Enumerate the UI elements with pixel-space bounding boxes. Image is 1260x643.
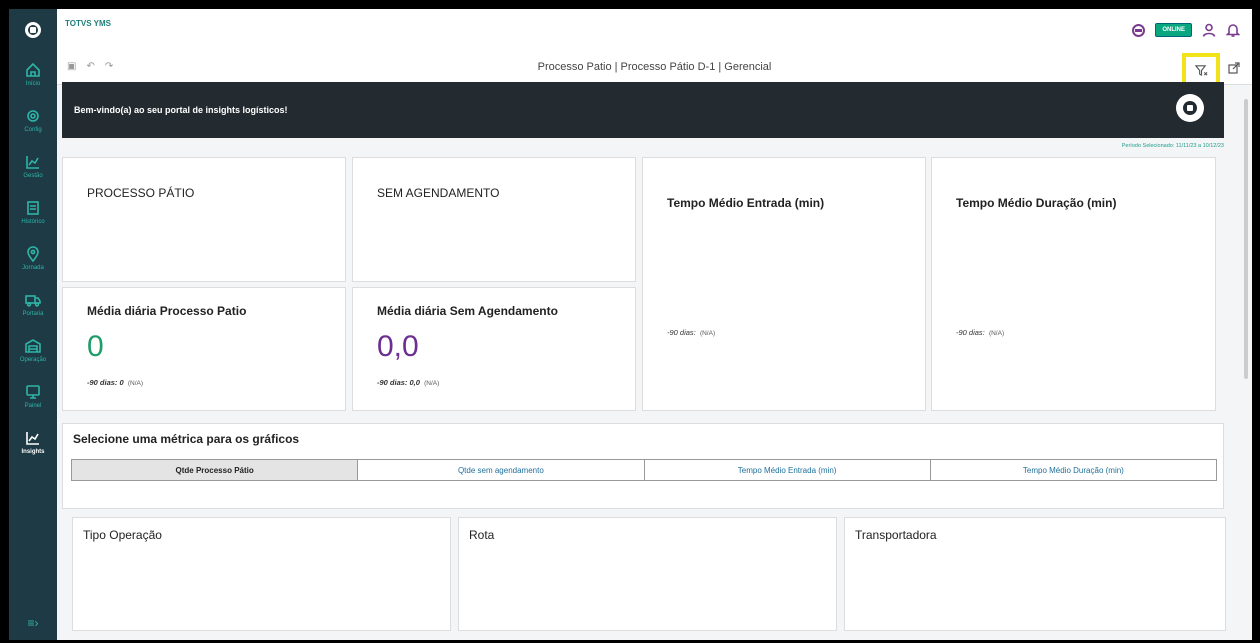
warehouse-icon [25, 338, 41, 353]
chart-icon [26, 155, 39, 169]
history-icon [27, 200, 39, 215]
sidebar-item-portaria[interactable]: Portaria [9, 281, 57, 327]
card-title: Média diária Sem Agendamento [377, 304, 558, 318]
card-processo-patio[interactable]: PROCESSO PÁTIO [62, 157, 346, 282]
panel-title: Rota [469, 528, 495, 542]
card-title: SEM AGENDAMENTO [377, 186, 500, 200]
panel-transportadora[interactable]: Transportadora [844, 517, 1226, 631]
monitor-icon [26, 384, 40, 399]
sidebar-item-label: Histórico [21, 218, 45, 225]
sidebar-item-label: Insights [21, 448, 45, 455]
metric-selector-title: Selecione uma métrica para os gráficos [73, 432, 300, 446]
card-note: -90 dias: 0 (N/A) [87, 378, 143, 387]
chart-panels: Tipo Operação Rota Transportadora [72, 517, 1226, 631]
sidebar-item-config[interactable]: Config [9, 97, 57, 143]
sidebar-item-label: Início [25, 80, 41, 87]
sidebar-item-label: Gestão [23, 172, 43, 179]
card-title: Tempo Médio Entrada (min) [667, 196, 825, 210]
sidebar-item-label: Painel [24, 402, 42, 409]
sidebar-item-painel[interactable]: Painel [9, 373, 57, 419]
card-media-processo-patio[interactable]: Média diária Processo Patio 0 -90 dias: … [62, 287, 346, 411]
card-tempo-medio-duracao[interactable]: Tempo Médio Duração (min) -90 dias: (N/A… [931, 157, 1216, 411]
card-title: Tempo Médio Duração (min) [956, 196, 1117, 210]
sidebar-item-gestao[interactable]: Gestão [9, 143, 57, 189]
panel-rota[interactable]: Rota [458, 517, 837, 631]
tab-tempo-medio-entrada[interactable]: Tempo Médio Entrada (min) [643, 460, 930, 480]
card-note: -90 dias: 0,0 (N/A) [377, 378, 439, 387]
tab-qtde-sem-agendamento[interactable]: Qtde sem agendamento [357, 460, 643, 480]
panel-tipo-operacao[interactable]: Tipo Operação [72, 517, 451, 631]
home-icon [26, 62, 40, 77]
note-na: (N/A) [127, 380, 144, 387]
note-na: (N/A) [424, 380, 440, 387]
tab-qtde-processo-patio[interactable]: Qtde Processo Pátio [72, 460, 358, 480]
top-bar: TOTVS YMS ONLINE [57, 9, 1252, 49]
report-toolbar: ▣ ↶ ↷ Processo Patio | Processo Pátio D-… [57, 49, 1252, 87]
dashboard-content: Bem-vindo(a) ao seu portal de insights l… [62, 82, 1224, 509]
sidebar-item-operacao[interactable]: Operação [9, 327, 57, 373]
panel-title: Transportadora [855, 528, 937, 542]
bell-icon[interactable] [1226, 23, 1240, 37]
top-right-actions: ONLINE [1132, 23, 1240, 37]
sidebar-item-label: Operação [19, 356, 47, 363]
metric-selector: Selecione uma métrica para os gráficos Q… [62, 423, 1224, 509]
share-icon[interactable] [1228, 62, 1240, 74]
note-na: (N/A) [699, 330, 716, 337]
scrollbar[interactable] [1244, 99, 1248, 379]
note-na: (N/A) [988, 330, 1005, 337]
note-text: -90 dias: 0,0 [377, 378, 420, 387]
totvs-logo[interactable] [9, 9, 57, 51]
sidebar-item-inicio[interactable]: Início [9, 51, 57, 97]
metric-tabs: Qtde Processo Pátio Qtde sem agendamento… [71, 459, 1217, 481]
sidebar-item-label: Portaria [22, 310, 44, 317]
insights-icon [26, 431, 39, 445]
kpi-value: 0,0 [377, 330, 419, 363]
kpi-value: 0 [87, 330, 104, 363]
breadcrumb: Processo Patio | Processo Pátio D-1 | Ge… [537, 61, 772, 73]
sidebar-item-historico[interactable]: Histórico [9, 189, 57, 235]
welcome-banner: Bem-vindo(a) ao seu portal de insights l… [62, 82, 1224, 138]
card-title: PROCESSO PÁTIO [87, 186, 195, 200]
card-tempo-medio-entrada[interactable]: Tempo Médio Entrada (min) -90 dias: (N/A… [642, 157, 926, 411]
sidebar-item-jornada[interactable]: Jornada [9, 235, 57, 281]
note-text: -90 dias: 0 [87, 378, 124, 387]
card-note: -90 dias: (N/A) [667, 328, 715, 337]
user-icon[interactable] [1202, 23, 1216, 37]
sidebar-item-insights[interactable]: Insights [9, 419, 57, 465]
card-media-sem-agendamento[interactable]: Média diária Sem Agendamento 0,0 -90 dia… [352, 287, 636, 411]
note-text: -90 dias: [956, 328, 985, 337]
status-circle-icon[interactable] [1132, 23, 1146, 37]
app-title: TOTVS YMS [65, 19, 111, 28]
online-badge: ONLINE [1155, 23, 1192, 37]
collapse-menu-icon[interactable]: ≡› [9, 616, 57, 630]
location-icon [27, 245, 39, 262]
tab-tempo-medio-duracao[interactable]: Tempo Médio Duração (min) [929, 460, 1216, 480]
truck-icon [25, 294, 41, 307]
filter-icon [1194, 64, 1207, 76]
panel-title: Tipo Operação [83, 528, 162, 542]
kpi-cards: PROCESSO PÁTIO SEM AGENDAMENTO Tempo Méd… [62, 157, 1224, 415]
card-title: Média diária Processo Patio [87, 304, 247, 318]
sidebar-item-label: Jornada [22, 264, 44, 271]
card-note: -90 dias: (N/A) [956, 328, 1004, 337]
sidebar: Início Config Gestão Histórico Jornada P… [9, 9, 57, 640]
sidebar-item-label: Config [24, 126, 42, 133]
note-text: -90 dias: [667, 328, 696, 337]
gear-icon [27, 109, 39, 122]
card-sem-agendamento[interactable]: SEM AGENDAMENTO [352, 157, 636, 282]
period-label: Período Selecionado: 11/11/23 a 10/12/23 [1121, 143, 1224, 149]
totvs-logo-icon [1176, 94, 1204, 122]
banner-text: Bem-vindo(a) ao seu portal de insights l… [74, 105, 288, 115]
